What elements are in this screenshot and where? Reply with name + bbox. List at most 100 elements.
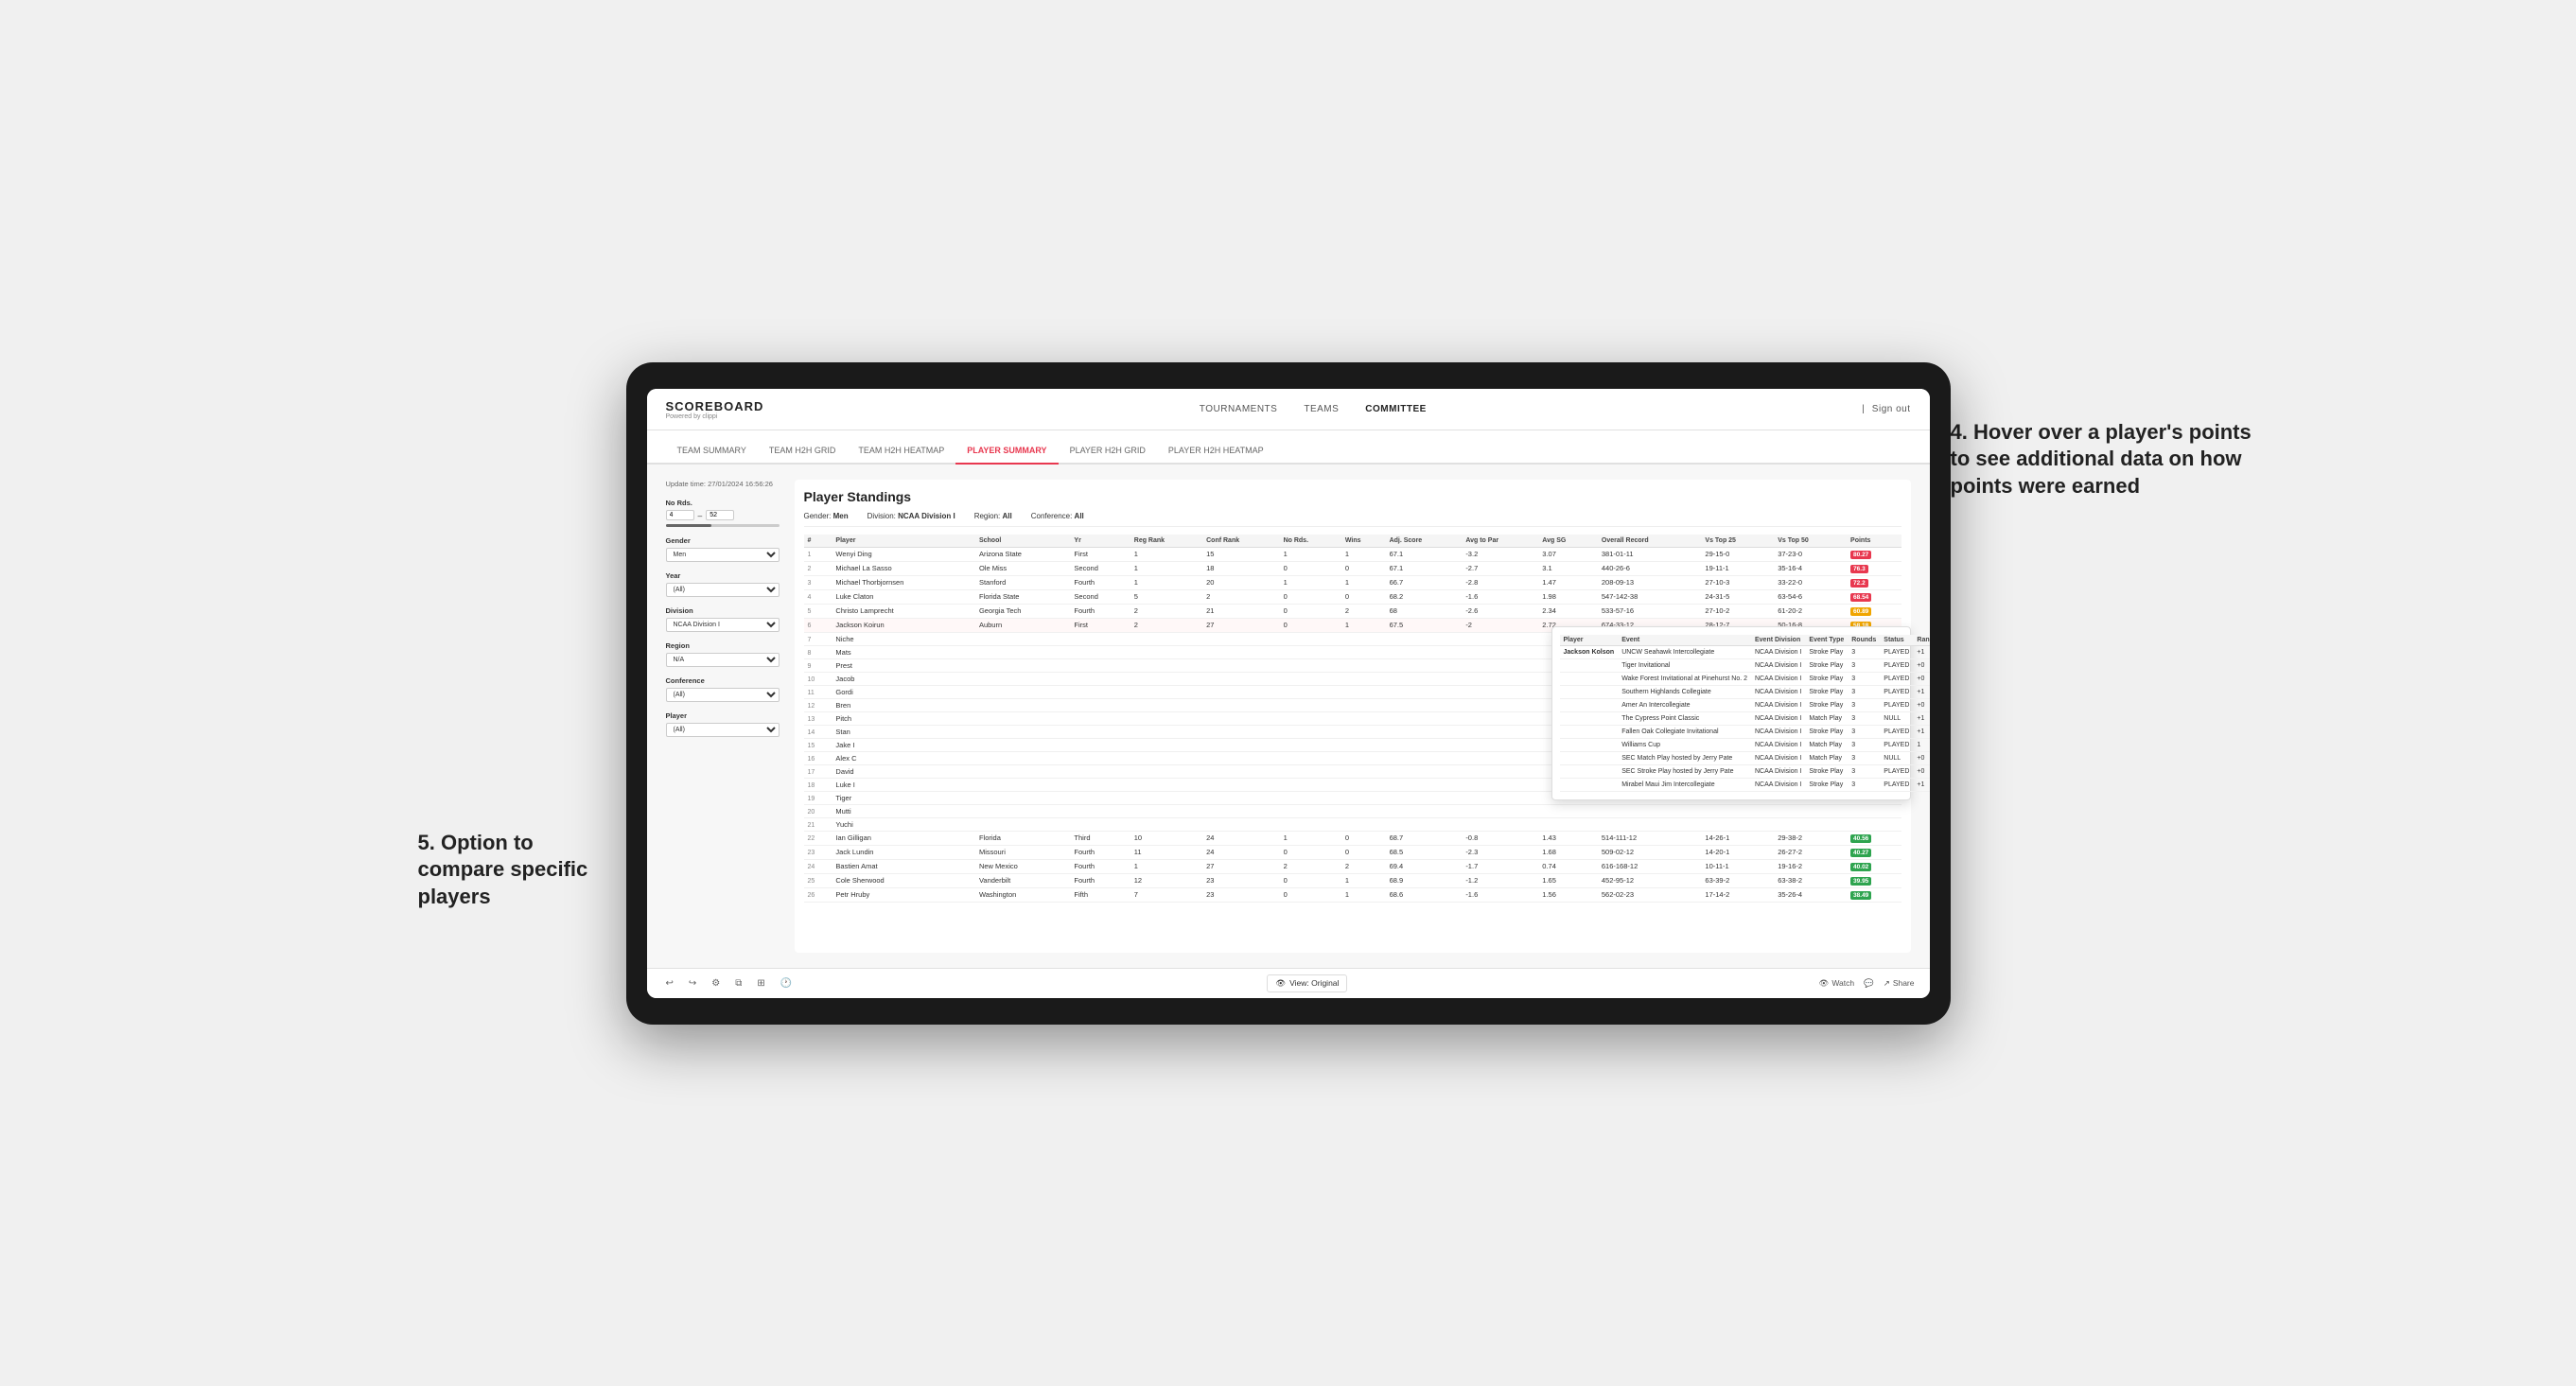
filter-slider[interactable] [666, 524, 780, 527]
tooltip-row: Jackson KolsonUNCW Seahawk Intercollegia… [1560, 645, 1930, 658]
col-yr: Yr [1070, 535, 1130, 548]
tooltip-col-player: Player [1560, 635, 1619, 646]
filter-range-inputs: – [666, 510, 780, 520]
filter-year-select[interactable]: (All) [666, 583, 780, 597]
filter-player-select[interactable]: (All) [666, 723, 780, 737]
tooltip-col-rounds: Rounds [1848, 635, 1880, 646]
tooltip-row: The Cypress Point ClassicNCAA Division I… [1560, 711, 1930, 725]
view-original-button[interactable]: 👁 View: Original [1267, 974, 1347, 992]
filter-year: Year (All) [666, 571, 780, 597]
sub-nav-player-h2h-grid[interactable]: PLAYER H2H GRID [1059, 446, 1157, 465]
col-avg-to-par: Avg to Par [1462, 535, 1538, 548]
table-header: # Player School Yr Reg Rank Conf Rank No… [804, 535, 1901, 548]
tooltip-row: Amer An IntercollegiateNCAA Division ISt… [1560, 698, 1930, 711]
watch-icon: 👁 [1819, 978, 1830, 989]
filter-no-rds-min[interactable] [666, 510, 694, 520]
col-avg-sg: Avg SG [1538, 535, 1598, 548]
toolbar-left: ↩ ↪ ⚙ ⧉ ⊞ 🕐 [662, 976, 797, 991]
table-row: 3Michael ThorbjornsenStanfordFourth12011… [804, 575, 1901, 589]
standings-title: Player Standings [804, 489, 1901, 504]
comment-button[interactable]: 💬 [1864, 978, 1874, 989]
col-reg-rank: Reg Rank [1130, 535, 1202, 548]
sub-nav-team-summary[interactable]: TEAM SUMMARY [666, 446, 758, 465]
filter-division-label: Division [666, 606, 780, 615]
redo-button[interactable]: ↪ [685, 976, 700, 991]
table-row: 26Petr HrubyWashingtonFifth7230168.6-1.6… [804, 887, 1901, 902]
col-points: Points [1847, 535, 1901, 548]
logo: SCOREBOARD Powered by clippi [666, 398, 764, 420]
standings-meta: Gender: Men Division: NCAA Division I Re… [804, 512, 1901, 527]
table-row: 23Jack LundinMissouriFourth11240068.5-2.… [804, 845, 1901, 859]
logo-area: SCOREBOARD Powered by clippi [666, 398, 764, 420]
col-conf-rank: Conf Rank [1202, 535, 1279, 548]
table-row: 22Ian GilliganFloridaThird10241068.7-0.8… [804, 831, 1901, 845]
filter-conference: Conference (All) [666, 676, 780, 702]
annotation-right: 4. Hover over a player's points to see a… [1951, 419, 2253, 500]
table-row: 2Michael La SassoOle MissSecond1180067.1… [804, 561, 1901, 575]
sub-nav: TEAM SUMMARY TEAM H2H GRID TEAM H2H HEAT… [647, 430, 1930, 465]
col-overall: Overall Record [1598, 535, 1702, 548]
col-no-rds: No Rds. [1280, 535, 1341, 548]
tooltip-popup: Player Event Event Division Event Type R… [1551, 626, 1911, 800]
table-row: 20Mutti [804, 804, 1901, 817]
view-label: View: Original [1289, 978, 1339, 988]
tooltip-col-type: Event Type [1805, 635, 1848, 646]
tooltip-row: Wake Forest Invitational at Pinehurst No… [1560, 672, 1930, 685]
col-rank: # [804, 535, 832, 548]
filter-no-rds-label: No Rds. [666, 499, 780, 507]
tooltip-col-div: Event Division [1751, 635, 1805, 646]
table-row: 21Yuchi [804, 817, 1901, 831]
table-row: 4Luke ClatonFlorida StateSecond520068.2-… [804, 589, 1901, 604]
nav-tournaments[interactable]: TOURNAMENTS [1200, 404, 1278, 414]
filter-update-time: Update time: 27/01/2024 16:56:26 [666, 480, 780, 490]
sub-nav-player-summary[interactable]: PLAYER SUMMARY [955, 446, 1058, 465]
meta-gender: Gender: Men [804, 512, 849, 520]
toolbar-right: 👁 Watch 💬 ↗ Share [1819, 978, 1915, 989]
pipe-separator: | [1862, 404, 1865, 414]
table-row: 24Bastien AmatNew MexicoFourth1272269.4-… [804, 859, 1901, 873]
sign-out-button[interactable]: Sign out [1872, 404, 1911, 414]
annotation-left: 5. Option to compare specific players [418, 830, 626, 911]
tooltip-body: Jackson KolsonUNCW Seahawk Intercollegia… [1560, 645, 1930, 791]
bottom-toolbar: ↩ ↪ ⚙ ⧉ ⊞ 🕐 👁 View: Original 👁 [647, 968, 1930, 998]
filter-conference-select[interactable]: (All) [666, 688, 780, 702]
share-icon: ↗ [1884, 978, 1890, 989]
layout-button[interactable]: ⊞ [753, 976, 768, 991]
filter-slider-fill [666, 524, 711, 527]
copy-button[interactable]: ⧉ [731, 976, 745, 991]
settings-button[interactable]: ⚙ [708, 976, 724, 991]
table-row: 25Cole SherwoodVanderbiltFourth12230168.… [804, 873, 1901, 887]
filter-gender-select[interactable]: Men [666, 548, 780, 562]
share-button[interactable]: ↗ Share [1884, 978, 1915, 989]
meta-conference: Conference: All [1031, 512, 1084, 520]
app-header: SCOREBOARD Powered by clippi TOURNAMENTS… [647, 389, 1930, 430]
col-school: School [975, 535, 1070, 548]
standings-panel: Player Standings Gender: Men Division: N… [795, 480, 1911, 953]
filter-no-rds-max[interactable] [706, 510, 734, 520]
watch-button[interactable]: 👁 Watch [1819, 978, 1855, 989]
tooltip-row: SEC Stroke Play hosted by Jerry PateNCAA… [1560, 764, 1930, 778]
scene: 4. Hover over a player's points to see a… [626, 362, 1951, 1025]
filter-region-label: Region [666, 641, 780, 650]
filter-conference-label: Conference [666, 676, 780, 685]
nav-teams[interactable]: TEAMS [1304, 404, 1339, 414]
filter-division-select[interactable]: NCAA Division I [666, 618, 780, 632]
header-right: | Sign out [1862, 404, 1910, 414]
sub-nav-player-h2h-heatmap[interactable]: PLAYER H2H HEATMAP [1157, 446, 1275, 465]
tooltip-col-status: Status [1880, 635, 1913, 646]
undo-button[interactable]: ↩ [662, 976, 677, 991]
sub-nav-team-h2h-grid[interactable]: TEAM H2H GRID [758, 446, 848, 465]
filter-region: Region N/A [666, 641, 780, 667]
tooltip-row: Tiger InvitationalNCAA Division IStroke … [1560, 658, 1930, 672]
nav-committee[interactable]: COMMITTEE [1365, 404, 1427, 414]
table-row: 1Wenyi DingArizona StateFirst1151167.1-3… [804, 547, 1901, 561]
main-nav: TOURNAMENTS TEAMS COMMITTEE [1200, 404, 1427, 414]
col-adj-score: Adj. Score [1386, 535, 1463, 548]
meta-region: Region: All [974, 512, 1012, 520]
sub-nav-team-h2h-heatmap[interactable]: TEAM H2H HEATMAP [847, 446, 955, 465]
main-content: Update time: 27/01/2024 16:56:26 No Rds.… [647, 465, 1930, 968]
filter-year-label: Year [666, 571, 780, 580]
filter-region-select[interactable]: N/A [666, 653, 780, 667]
filter-gender: Gender Men [666, 536, 780, 562]
filter-division: Division NCAA Division I [666, 606, 780, 632]
